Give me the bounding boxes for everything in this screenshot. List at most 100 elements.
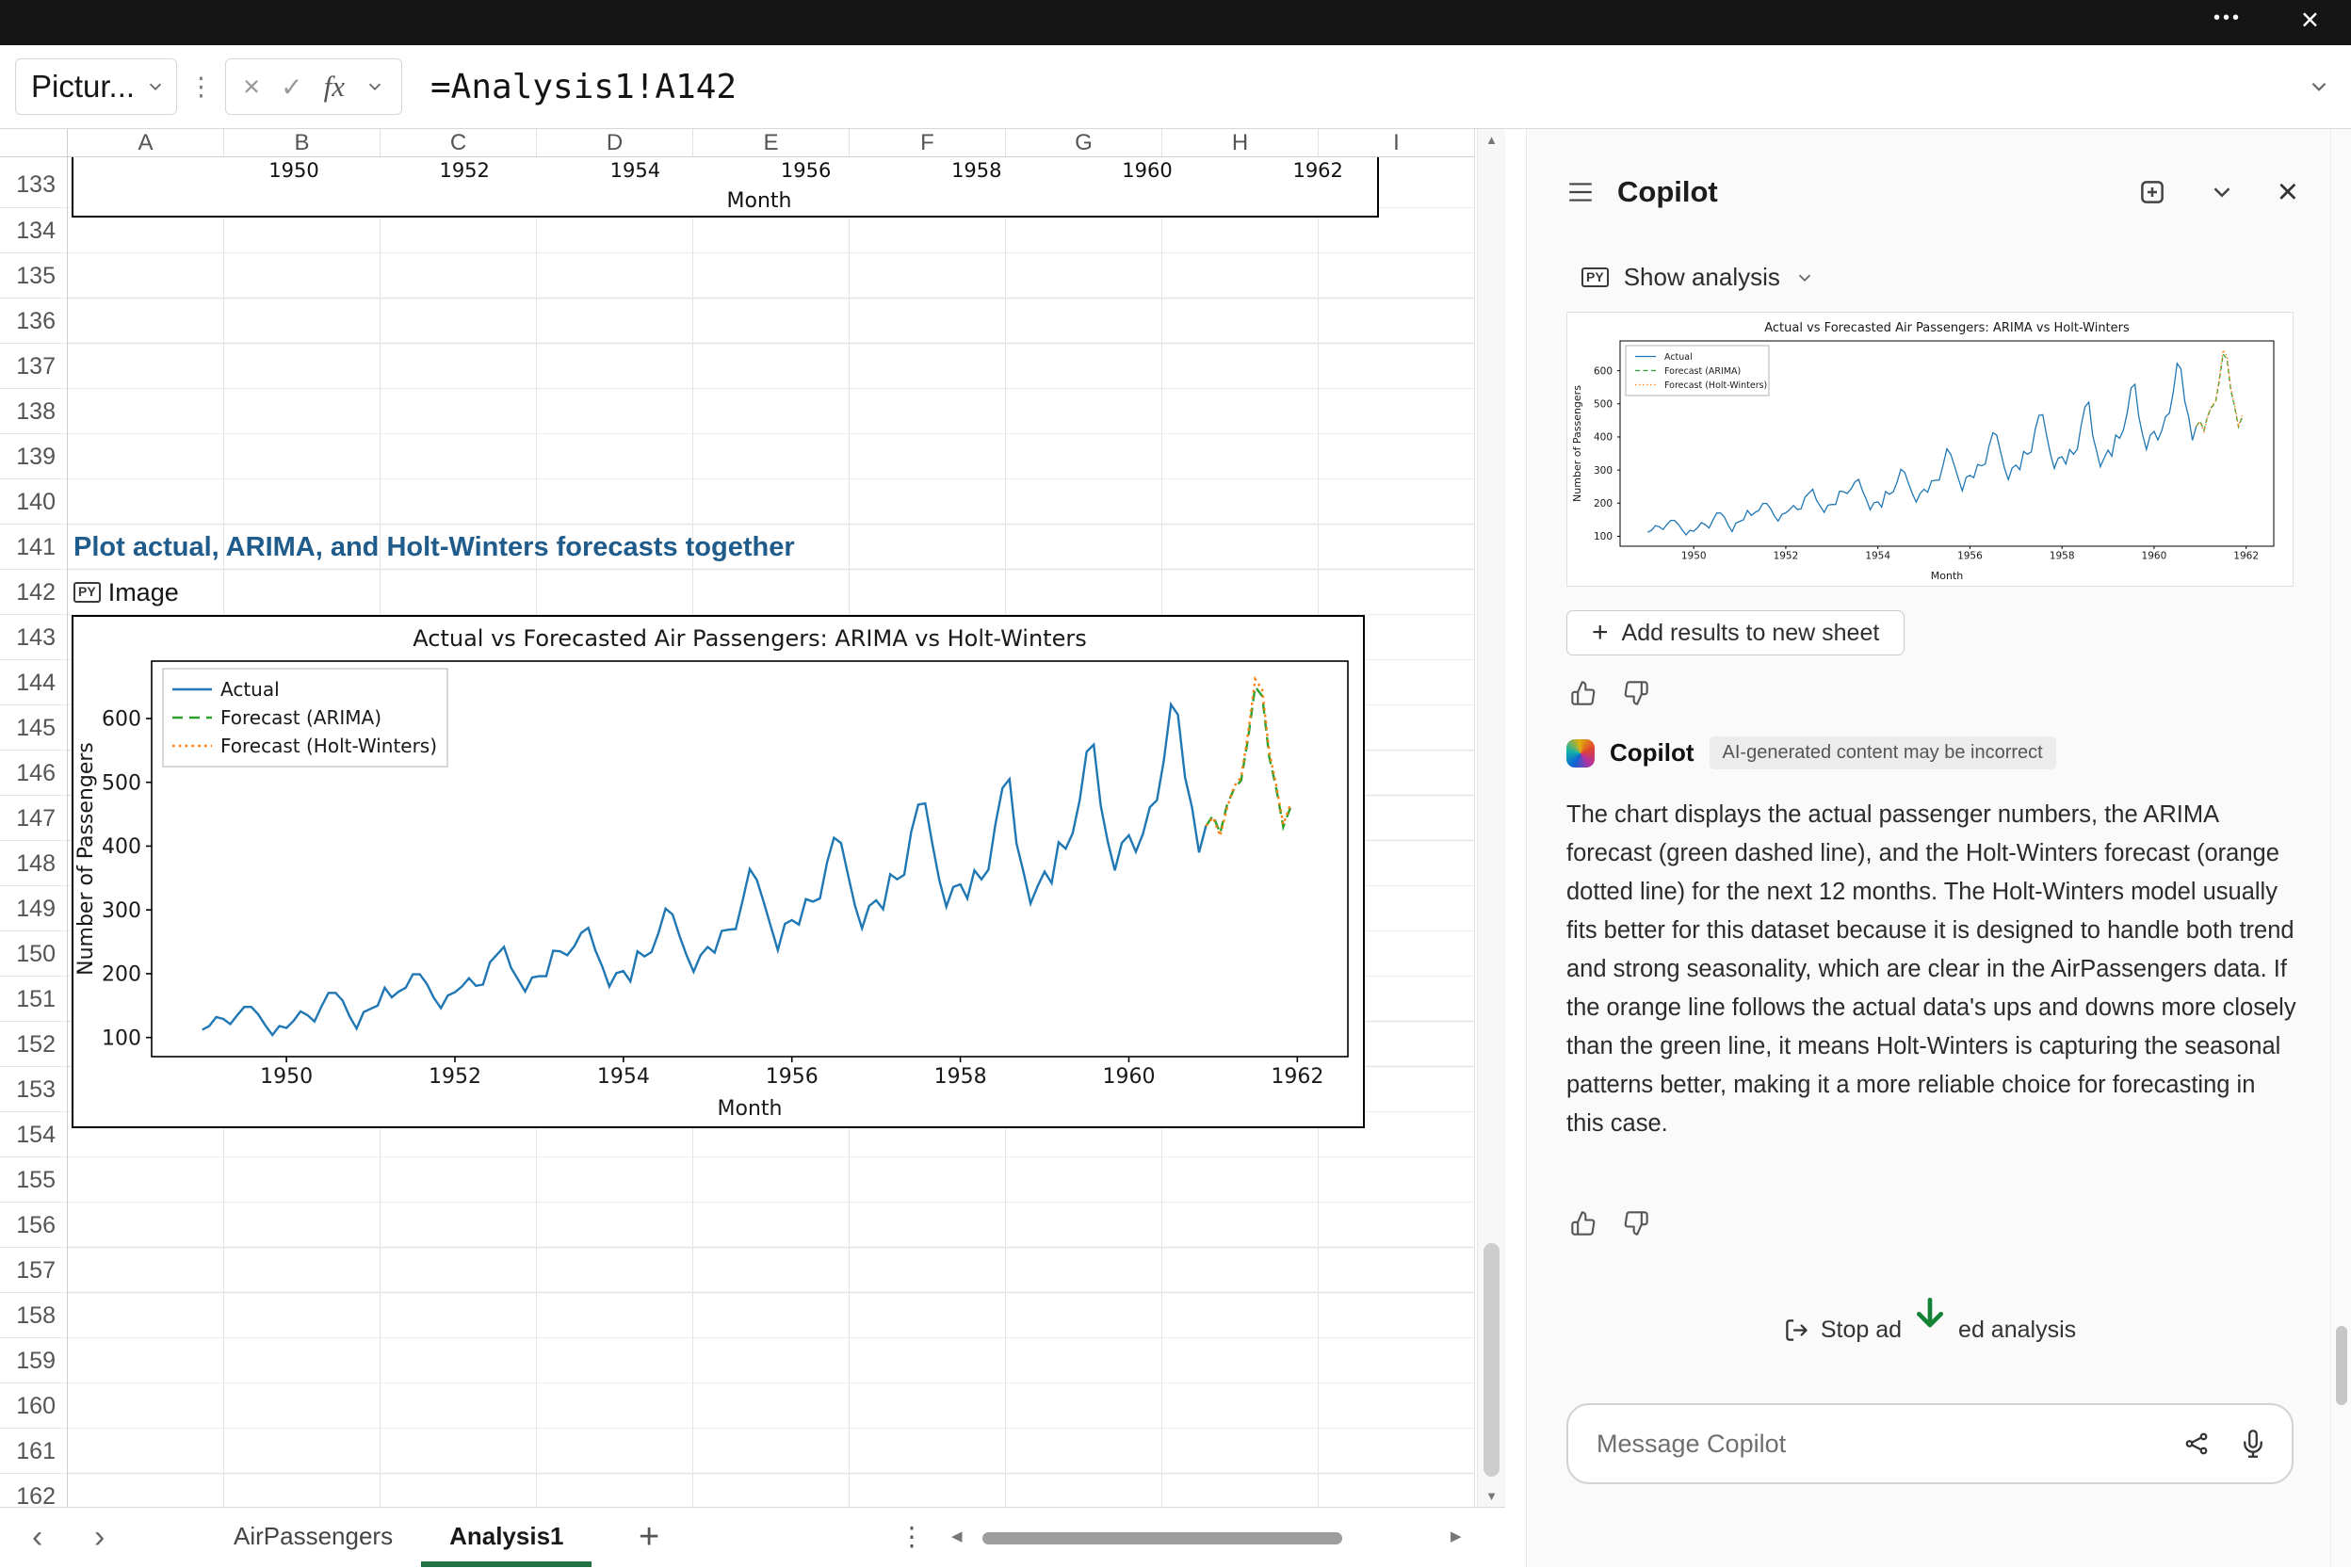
sheet-tab-analysis1[interactable]: Analysis1 xyxy=(421,1508,592,1567)
scroll-right-icon[interactable]: ▶ xyxy=(1451,1508,1462,1568)
column-header[interactable]: D xyxy=(537,129,693,156)
row-header[interactable]: 145 xyxy=(0,705,67,751)
row-header[interactable]: 153 xyxy=(0,1067,67,1112)
enter-check-icon[interactable]: ✓ xyxy=(281,72,302,103)
scroll-up-icon[interactable]: ▲ xyxy=(1478,133,1505,147)
add-results-button[interactable]: + Add results to new sheet xyxy=(1566,610,1905,655)
copilot-attribution: Copilot AI-generated content may be inco… xyxy=(1566,736,2056,769)
vertical-scrollbar-thumb[interactable] xyxy=(1484,1243,1500,1477)
svg-text:Actual: Actual xyxy=(220,678,280,701)
sheet-tab-airpassengers[interactable]: AirPassengers xyxy=(205,1508,421,1567)
vertical-scrollbar[interactable]: ▲ ▼ xyxy=(1477,129,1505,1507)
microphone-icon[interactable] xyxy=(2239,1430,2267,1458)
column-header[interactable]: B xyxy=(224,129,381,156)
row-header[interactable]: 141 xyxy=(0,525,67,570)
thumbs-up-icon[interactable] xyxy=(1570,1210,1597,1237)
previous-chart-partial[interactable]: Month 1950195219541956195819601962 xyxy=(72,157,1379,218)
partial-chart-tick: 1960 xyxy=(1122,159,1172,182)
svg-text:Forecast (ARIMA): Forecast (ARIMA) xyxy=(220,706,381,729)
row-header[interactable]: 158 xyxy=(0,1293,67,1338)
row-header[interactable]: 148 xyxy=(0,841,67,886)
column-header[interactable]: H xyxy=(1162,129,1319,156)
forecast-chart[interactable]: 1002003004005006001950195219541956195819… xyxy=(72,615,1365,1128)
panel-scrollbar[interactable] xyxy=(2330,129,2351,1567)
row-header[interactable]: 139 xyxy=(0,434,67,479)
row-header[interactable]: 146 xyxy=(0,751,67,796)
column-header[interactable]: C xyxy=(381,129,537,156)
column-header[interactable]: E xyxy=(693,129,850,156)
row-header[interactable]: 140 xyxy=(0,479,67,525)
row-header[interactable]: 151 xyxy=(0,977,67,1022)
row-header[interactable]: 133 xyxy=(0,157,67,208)
hamburger-menu-icon[interactable] xyxy=(1566,178,1595,206)
column-header[interactable]: I xyxy=(1319,129,1475,156)
chevron-down-icon xyxy=(146,77,165,96)
row-header[interactable]: 149 xyxy=(0,886,67,931)
formula-input[interactable]: =Analysis1!A142 xyxy=(430,68,737,106)
row-header[interactable]: 154 xyxy=(0,1112,67,1157)
ai-skills-icon[interactable] xyxy=(2182,1430,2211,1458)
chevron-down-icon[interactable] xyxy=(2208,178,2236,206)
sheet-menu-kebab-icon[interactable]: ⋮ xyxy=(899,1508,925,1568)
row-header[interactable]: 160 xyxy=(0,1383,67,1429)
chart-thumbnail-card[interactable]: 1002003004005006001950195219541956195819… xyxy=(1566,312,2294,587)
chevron-down-icon[interactable] xyxy=(365,77,384,96)
row-header[interactable]: 136 xyxy=(0,299,67,344)
window-close-icon[interactable]: × xyxy=(2301,2,2319,38)
name-box[interactable]: Pictur... xyxy=(15,58,177,115)
scroll-down-icon[interactable]: ▼ xyxy=(1478,1489,1505,1503)
insert-function-icon[interactable]: fx xyxy=(324,70,345,104)
grid-body[interactable]: 1331341351361371381391401411421431441451… xyxy=(0,157,1505,1507)
name-box-value: Pictur... xyxy=(31,69,135,105)
svg-text:1950: 1950 xyxy=(1681,551,1707,562)
svg-text:600: 600 xyxy=(1594,365,1613,377)
select-all-corner[interactable] xyxy=(0,129,68,157)
cancel-icon[interactable]: × xyxy=(243,70,260,104)
row-header[interactable]: 135 xyxy=(0,253,67,299)
row-header[interactable]: 138 xyxy=(0,389,67,434)
row-header[interactable]: 161 xyxy=(0,1429,67,1474)
row-header[interactable]: 152 xyxy=(0,1022,67,1067)
row-header[interactable]: 144 xyxy=(0,660,67,705)
column-header[interactable]: G xyxy=(1006,129,1162,156)
thumbs-down-icon[interactable] xyxy=(1623,1210,1649,1237)
message-placeholder: Message Copilot xyxy=(1597,1430,1786,1459)
row-header[interactable]: 142 xyxy=(0,570,67,615)
formula-bar-expand-icon[interactable] xyxy=(2308,75,2330,103)
new-chat-icon[interactable] xyxy=(2138,178,2166,206)
row-header[interactable]: 162 xyxy=(0,1474,67,1507)
row-header[interactable]: 157 xyxy=(0,1248,67,1293)
row-header[interactable]: 156 xyxy=(0,1203,67,1248)
horizontal-scrollbar-thumb[interactable] xyxy=(982,1532,1342,1544)
partial-chart-tick: 1952 xyxy=(439,159,489,182)
svg-text:1958: 1958 xyxy=(2050,551,2075,562)
svg-text:Month: Month xyxy=(718,1097,783,1121)
stop-analysis-button[interactable]: Stop ad ed analysis xyxy=(1566,1308,2294,1351)
row-header[interactable]: 147 xyxy=(0,796,67,841)
show-analysis-control[interactable]: PY Show analysis xyxy=(1581,263,1814,292)
row-header[interactable]: 143 xyxy=(0,615,67,660)
add-sheet-button[interactable]: + xyxy=(639,1508,659,1568)
show-analysis-label: Show analysis xyxy=(1624,263,1780,292)
column-header[interactable]: F xyxy=(850,129,1006,156)
window-more-icon[interactable]: ••• xyxy=(2213,8,2242,29)
row-header[interactable]: 134 xyxy=(0,208,67,253)
copilot-message-input[interactable]: Message Copilot xyxy=(1566,1403,2294,1484)
scroll-left-icon[interactable]: ◀ xyxy=(951,1508,963,1568)
panel-scrollbar-thumb[interactable] xyxy=(2336,1326,2347,1405)
chevron-down-icon xyxy=(1795,268,1814,287)
row-header[interactable]: 159 xyxy=(0,1338,67,1383)
column-header[interactable]: A xyxy=(68,129,224,156)
scroll-to-bottom-arrow-icon[interactable] xyxy=(1911,1294,1949,1337)
next-sheet-icon[interactable]: › xyxy=(94,1508,105,1568)
formula-bar-kebab-icon[interactable]: ⋮ xyxy=(188,73,214,102)
cell-python-image[interactable]: PY Image xyxy=(73,570,179,615)
row-header[interactable]: 155 xyxy=(0,1157,67,1203)
prev-sheet-icon[interactable]: ‹ xyxy=(32,1508,42,1568)
thumbs-down-icon[interactable] xyxy=(1623,680,1649,706)
cell-heading-text[interactable]: Plot actual, ARIMA, and Holt-Winters for… xyxy=(73,525,795,570)
thumbs-up-icon[interactable] xyxy=(1570,680,1597,706)
row-header[interactable]: 150 xyxy=(0,931,67,977)
row-header[interactable]: 137 xyxy=(0,344,67,389)
close-panel-icon[interactable]: × xyxy=(2278,178,2298,206)
